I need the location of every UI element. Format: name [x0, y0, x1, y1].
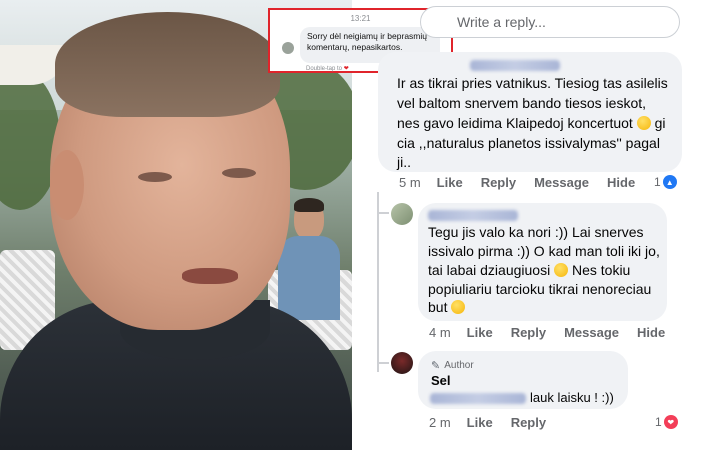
hide-link[interactable]: Hide: [607, 175, 635, 190]
message-link[interactable]: Message: [534, 175, 589, 190]
message-link[interactable]: Message: [564, 325, 619, 340]
man-eye-left: [138, 172, 172, 182]
author-avatar[interactable]: [391, 352, 413, 374]
thread-line: [377, 192, 379, 372]
blurred-author-name: [470, 60, 560, 71]
author-badge: ✎ Author: [431, 360, 474, 372]
thread-line: [377, 212, 389, 214]
man-hair: [55, 12, 280, 117]
hide-link[interactable]: Hide: [637, 325, 665, 340]
like-icon: ▲: [662, 175, 677, 189]
like-link[interactable]: Like: [437, 175, 463, 190]
reaction-count[interactable]: 1 ❤: [655, 415, 678, 429]
comment-text: cia ,,naturalus planetos issivalymas'' p…: [397, 135, 660, 151]
double-tap-hint: Double-tap to ❤: [306, 66, 349, 72]
like-link[interactable]: Like: [467, 415, 493, 430]
comment-text: popiuliariu tarcioku tikrai nenoreciau: [428, 281, 652, 297]
comment-text: issivalo pirma :)) O kad man toli iki jo…: [428, 243, 660, 259]
blurred-author-name: [428, 210, 518, 221]
comment-text: but: [428, 298, 466, 318]
comment-text: tai labai dziaugiuosi Nes tokiu: [428, 262, 631, 278]
comment-actions: 2 m Like Reply: [429, 415, 564, 430]
reply-link[interactable]: Reply: [511, 325, 546, 340]
heart-icon: ❤: [343, 66, 349, 72]
comment-text: Ir as tikrai pries vatnikus. Tiesiog tas…: [397, 75, 668, 91]
comment-actions: 4 m Like Reply Message Hide: [429, 325, 683, 340]
love-icon: ❤: [663, 415, 678, 429]
comment-time: 4 m: [429, 325, 451, 340]
commenter-avatar[interactable]: [391, 203, 413, 225]
comment-text: nes gavo leidima Klaipedoj koncertuot gi: [397, 115, 666, 131]
commenter-name[interactable]: Sel: [431, 373, 451, 388]
comment-actions: 5 m Like Reply Message Hide: [399, 175, 653, 190]
smile-emoji-icon: [451, 300, 466, 314]
blurred-mention: [430, 393, 526, 404]
comment-text: lauk laisku ! :)): [530, 390, 614, 405]
man-ear: [50, 150, 84, 220]
sender-avatar: [282, 42, 294, 54]
reply-link[interactable]: Reply: [481, 175, 516, 190]
grin-emoji-icon: [636, 116, 651, 130]
man-mouth: [182, 268, 238, 284]
reply-input[interactable]: [420, 6, 680, 38]
thread-line: [377, 362, 389, 364]
pencil-icon: ✎: [431, 360, 441, 372]
smile-emoji-icon: [554, 263, 569, 277]
reaction-count[interactable]: 1 ▲: [654, 175, 677, 189]
comment-time: 2 m: [429, 415, 451, 430]
comment-time: 5 m: [399, 175, 421, 190]
comment-text: Tegu jis valo ka nori :)) Lai snerves: [428, 224, 644, 240]
like-link[interactable]: Like: [467, 325, 493, 340]
comment-text: vel baltom snervem bando tiesos ieskot,: [397, 95, 647, 111]
reply-link[interactable]: Reply: [511, 415, 546, 430]
comment-text: ji..: [397, 154, 411, 170]
man-eye-right: [222, 168, 256, 178]
message-text-line: Sorry dėl neigiamų ir beprasmių: [307, 31, 427, 41]
